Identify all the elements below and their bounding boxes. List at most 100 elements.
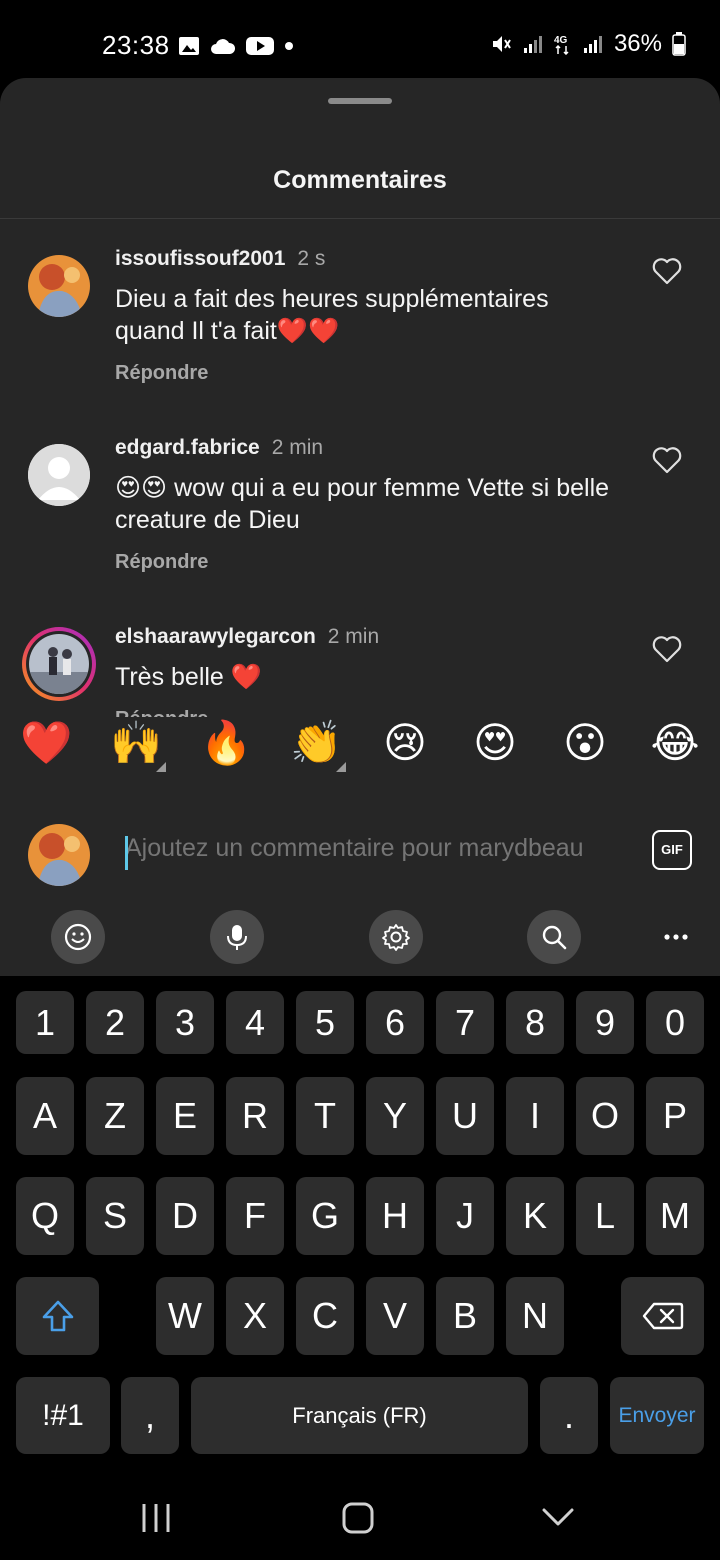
key-l[interactable]: L bbox=[576, 1177, 634, 1255]
more-options-button[interactable] bbox=[648, 922, 704, 952]
key-u[interactable]: U bbox=[436, 1077, 494, 1155]
key-a[interactable]: A bbox=[16, 1077, 74, 1155]
comment-list[interactable]: issoufissouf2001 2 s Dieu a fait des heur… bbox=[0, 219, 720, 717]
reply-button[interactable]: Répondre bbox=[115, 708, 208, 717]
home-icon bbox=[342, 1502, 374, 1534]
comment-text: Dieu a fait des heures supplémentaires q… bbox=[115, 285, 549, 345]
key-j[interactable]: J bbox=[436, 1177, 494, 1255]
key-6[interactable]: 6 bbox=[366, 991, 424, 1054]
gear-icon bbox=[382, 924, 410, 951]
recent-apps-button[interactable] bbox=[128, 1496, 184, 1540]
comment-username[interactable]: issoufissouf2001 bbox=[115, 247, 285, 270]
dot-icon bbox=[285, 42, 293, 50]
key-h[interactable]: H bbox=[366, 1177, 424, 1255]
more-dots-icon bbox=[664, 934, 688, 940]
key-8[interactable]: 8 bbox=[506, 991, 564, 1054]
system-icons: 4G 36% bbox=[490, 30, 686, 58]
shift-arrow-icon bbox=[42, 1300, 73, 1332]
status-time: 23:38 bbox=[102, 30, 170, 60]
avatar[interactable] bbox=[28, 444, 90, 506]
period-key[interactable]: . bbox=[540, 1377, 598, 1454]
emoji-clapping[interactable]: 👏 bbox=[290, 718, 342, 768]
key-f[interactable]: F bbox=[226, 1177, 284, 1255]
key-e[interactable]: E bbox=[156, 1077, 214, 1155]
symbols-key[interactable]: !#1 bbox=[16, 1377, 110, 1454]
key-c[interactable]: C bbox=[296, 1277, 354, 1355]
key-3[interactable]: 3 bbox=[156, 991, 214, 1054]
variant-indicator-icon bbox=[336, 762, 346, 772]
key-k[interactable]: K bbox=[506, 1177, 564, 1255]
comment-time: 2 min bbox=[327, 625, 380, 648]
emoji-surprised[interactable]: 😮 bbox=[560, 718, 610, 768]
key-n[interactable]: N bbox=[506, 1277, 564, 1355]
key-o[interactable]: O bbox=[576, 1077, 634, 1155]
key-g[interactable]: G bbox=[296, 1177, 354, 1255]
key-t[interactable]: T bbox=[296, 1077, 354, 1155]
comment-input[interactable] bbox=[125, 834, 630, 863]
key-w[interactable]: W bbox=[156, 1277, 214, 1355]
emoji-crying[interactable]: 😢 bbox=[380, 718, 430, 768]
emoji-fire[interactable]: 🔥 bbox=[200, 718, 252, 768]
backspace-key[interactable] bbox=[621, 1277, 704, 1355]
comment-username[interactable]: edgard.fabrice bbox=[115, 436, 260, 459]
send-key[interactable]: Envoyer bbox=[610, 1377, 704, 1454]
keyboard: 1 2 3 4 5 6 7 8 9 0 A Z E R T Y U I O P … bbox=[0, 976, 720, 1466]
key-p[interactable]: P bbox=[646, 1077, 704, 1155]
reply-button[interactable]: Répondre bbox=[115, 362, 208, 385]
shift-key[interactable] bbox=[16, 1277, 99, 1355]
key-2[interactable]: 2 bbox=[86, 991, 144, 1054]
key-b[interactable]: B bbox=[436, 1277, 494, 1355]
navigation-bar bbox=[0, 1466, 720, 1560]
keyboard-search-button[interactable] bbox=[527, 910, 581, 964]
comma-key[interactable]: , bbox=[121, 1377, 179, 1454]
comments-sheet: Commentaires issoufissouf2001 2 s Dieu a … bbox=[0, 78, 720, 976]
gallery-icon bbox=[179, 37, 199, 55]
emoji-keyboard-button[interactable] bbox=[51, 910, 105, 964]
key-7[interactable]: 7 bbox=[436, 991, 494, 1054]
chevron-down-icon bbox=[542, 1508, 574, 1526]
drag-handle[interactable] bbox=[328, 98, 392, 104]
key-z[interactable]: Z bbox=[86, 1077, 144, 1155]
comment-time: 2 min bbox=[271, 436, 324, 459]
key-4[interactable]: 4 bbox=[226, 991, 284, 1054]
avatar-story-ring[interactable] bbox=[22, 627, 96, 701]
like-heart-icon[interactable] bbox=[652, 257, 682, 285]
space-key[interactable]: Français (FR) bbox=[191, 1377, 528, 1454]
key-9[interactable]: 9 bbox=[576, 991, 634, 1054]
youtube-icon bbox=[246, 37, 274, 55]
key-0[interactable]: 0 bbox=[646, 991, 704, 1054]
emoji-raising-hands[interactable]: 🙌 bbox=[110, 718, 162, 768]
key-y[interactable]: Y bbox=[366, 1077, 424, 1155]
key-s[interactable]: S bbox=[86, 1177, 144, 1255]
comment-header: issoufissouf2001 2 s bbox=[115, 247, 325, 271]
comment-item: edgard.fabrice 2 min 😍😍 wow qui a eu pour… bbox=[0, 436, 720, 596]
voice-input-button[interactable] bbox=[210, 910, 264, 964]
key-m[interactable]: M bbox=[646, 1177, 704, 1255]
status-bar: 23:38 4G 36% bbox=[0, 0, 720, 78]
comment-time: 2 s bbox=[297, 247, 326, 270]
emoji-heart-eyes[interactable]: 😍 bbox=[470, 718, 520, 768]
comment-text: 😍😍 wow qui a eu pour femme Vette si bell… bbox=[115, 474, 610, 534]
key-5[interactable]: 5 bbox=[296, 991, 354, 1054]
keyboard-settings-button[interactable] bbox=[369, 910, 423, 964]
comment-username[interactable]: elshaarawylegarcon bbox=[115, 625, 316, 648]
home-button[interactable] bbox=[330, 1496, 386, 1540]
key-d[interactable]: D bbox=[156, 1177, 214, 1255]
like-heart-icon[interactable] bbox=[652, 635, 682, 663]
avatar[interactable] bbox=[28, 255, 90, 317]
emoji-tears-of-joy[interactable]: 😂 bbox=[650, 718, 700, 768]
emoji-heart[interactable]: ❤️ bbox=[20, 718, 72, 768]
key-i[interactable]: I bbox=[506, 1077, 564, 1155]
back-button[interactable] bbox=[530, 1496, 586, 1540]
comment-header: edgard.fabrice 2 min bbox=[115, 436, 323, 460]
gif-button[interactable]: GIF bbox=[652, 830, 692, 870]
key-x[interactable]: X bbox=[226, 1277, 284, 1355]
search-icon bbox=[542, 925, 567, 950]
like-heart-icon[interactable] bbox=[652, 446, 682, 474]
key-q[interactable]: Q bbox=[16, 1177, 74, 1255]
recents-icon bbox=[142, 1504, 170, 1532]
reply-button[interactable]: Répondre bbox=[115, 551, 208, 574]
key-v[interactable]: V bbox=[366, 1277, 424, 1355]
key-r[interactable]: R bbox=[226, 1077, 284, 1155]
key-1[interactable]: 1 bbox=[16, 991, 74, 1054]
